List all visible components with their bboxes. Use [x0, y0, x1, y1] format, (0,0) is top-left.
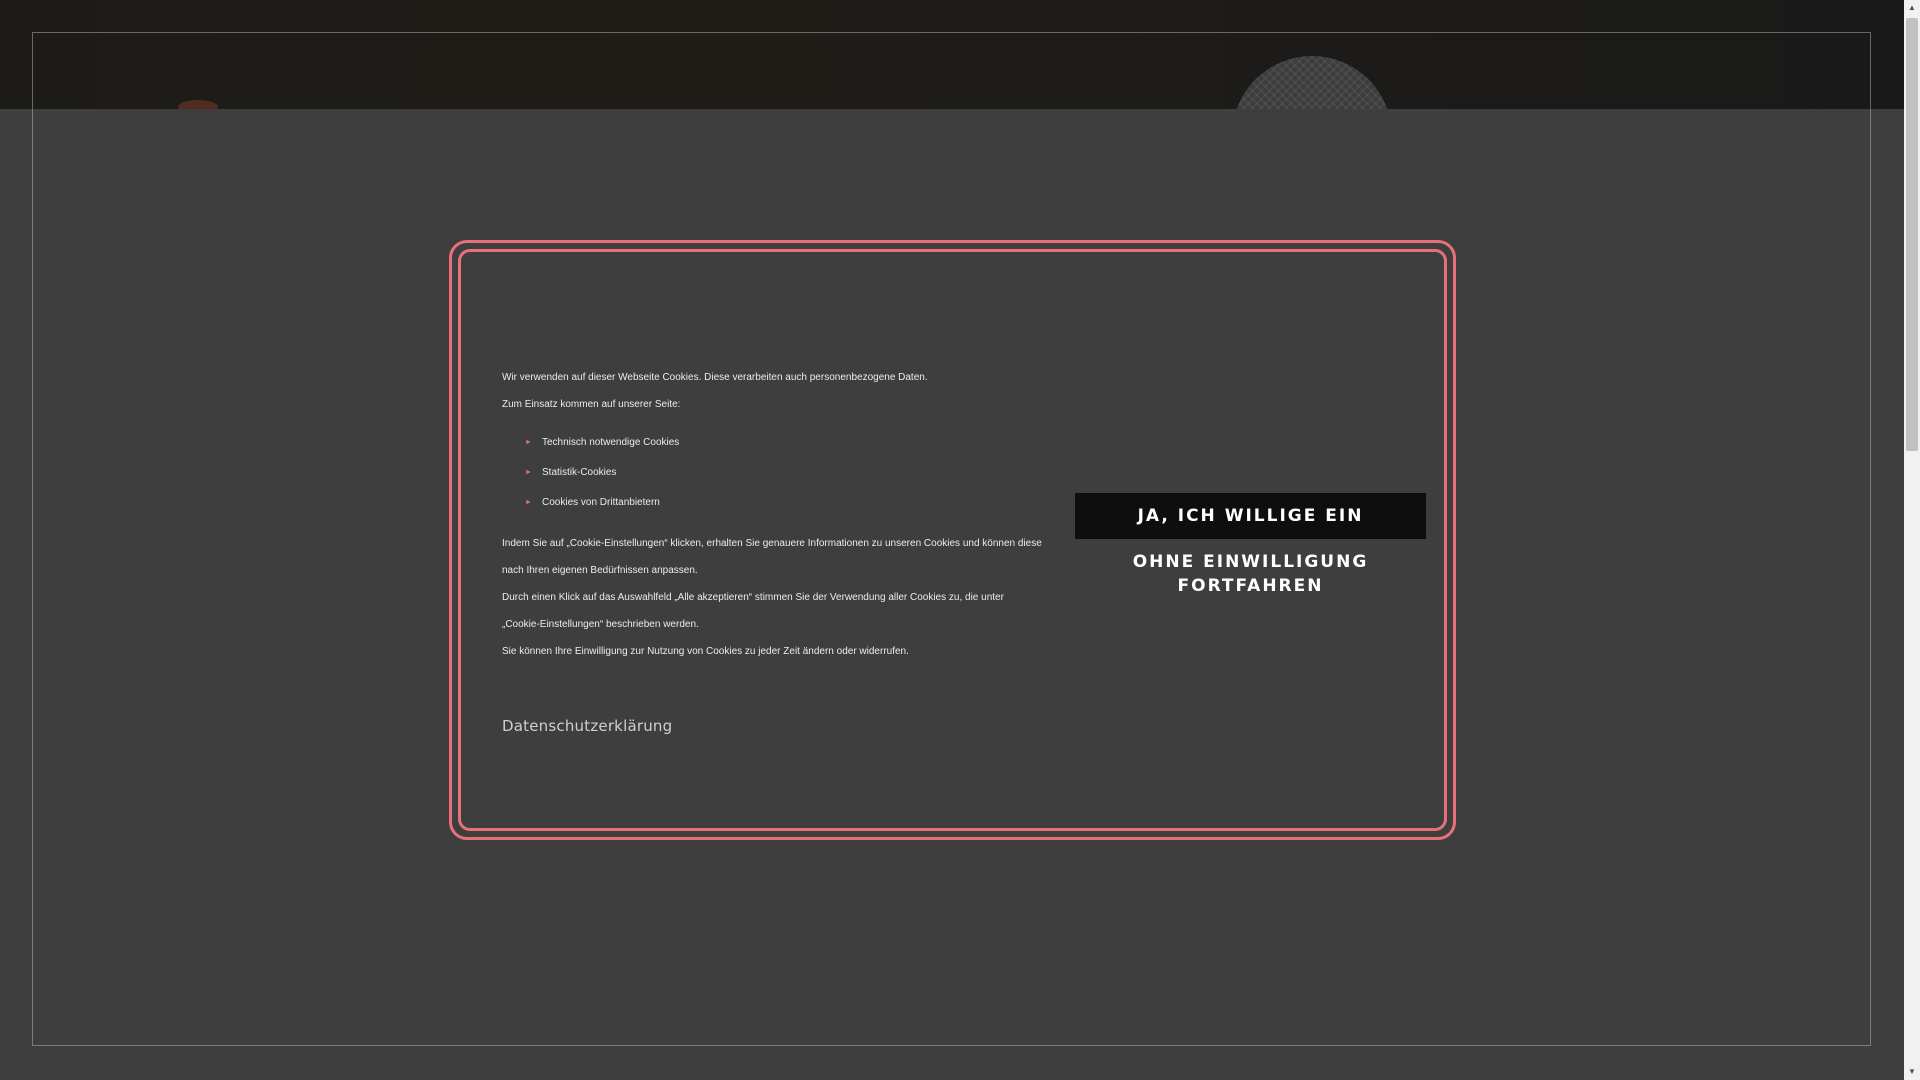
intro-list-heading: Zum Einsatz kommen auf unserer Seite: [502, 399, 681, 410]
triangle-right-icon: ► [525, 439, 532, 446]
continue-without-consent-button[interactable]: OHNE EINWILLIGUNG FORTFAHREN [1075, 550, 1426, 598]
accept-all-info-text: Durch einen Klick auf das Auswahlfeld „A… [502, 592, 1004, 630]
triangle-right-icon: ► [525, 499, 532, 506]
arrow-down-icon[interactable]: ▼ [1904, 1064, 1920, 1080]
accept-cookies-button[interactable]: JA, ICH WILLIGE EIN [1075, 493, 1426, 539]
cookie-consent-dialog: Wir verwenden auf dieser Webseite Cookie… [449, 240, 1456, 840]
intro-text: Wir verwenden auf dieser Webseite Cookie… [502, 372, 928, 383]
cookie-type-label: Statistik-Cookies [542, 467, 617, 478]
cookie-type-list: ► Technisch notwendige Cookies ► Statist… [502, 428, 1042, 518]
page: Wir verwenden auf dieser Webseite Cookie… [0, 0, 1920, 1080]
consent-text: Wir verwenden auf dieser Webseite Cookie… [502, 364, 1042, 742]
list-item: ► Cookies von Drittanbietern [525, 488, 1042, 518]
list-item: ► Technisch notwendige Cookies [525, 428, 1042, 458]
scrollbar-thumb[interactable] [1906, 18, 1918, 451]
settings-info-text: Indem Sie auf „Cookie-Einstellungen“ kli… [502, 538, 1042, 576]
cookie-type-label: Cookies von Drittanbietern [542, 497, 660, 508]
privacy-policy-link[interactable]: Datenschutzerklärung [502, 713, 672, 740]
list-item: ► Statistik-Cookies [525, 458, 1042, 488]
vertical-scrollbar[interactable]: ▲ ▼ [1904, 0, 1920, 1080]
dialog-inner-border: Wir verwenden auf dieser Webseite Cookie… [458, 249, 1447, 831]
cookie-type-label: Technisch notwendige Cookies [542, 437, 680, 448]
triangle-right-icon: ► [525, 469, 532, 476]
revoke-info-text: Sie können Ihre Einwilligung zur Nutzung… [502, 646, 909, 657]
arrow-up-icon[interactable]: ▲ [1904, 0, 1920, 16]
